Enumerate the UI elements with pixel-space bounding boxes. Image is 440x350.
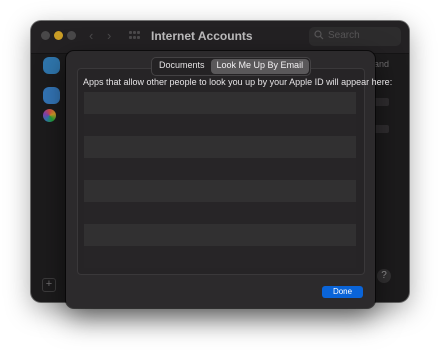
list-row — [84, 92, 356, 114]
list-row — [84, 246, 356, 268]
list-row — [84, 202, 356, 224]
list-row — [84, 114, 356, 136]
done-button[interactable]: Done — [322, 286, 363, 298]
segmented-tabs: Documents Look Me Up By Email — [151, 57, 312, 76]
list-row — [84, 158, 356, 180]
list-row — [84, 136, 356, 158]
apps-list[interactable] — [84, 92, 356, 268]
list-row — [84, 180, 356, 202]
look-me-up-sheet: Documents Look Me Up By Email Apps that … — [66, 51, 392, 308]
sheet-description: Apps that allow other people to look you… — [83, 77, 393, 87]
list-row — [84, 224, 356, 246]
tab-look-me-up-by-email[interactable]: Look Me Up By Email — [210, 59, 310, 74]
tab-documents[interactable]: Documents — [153, 59, 211, 74]
